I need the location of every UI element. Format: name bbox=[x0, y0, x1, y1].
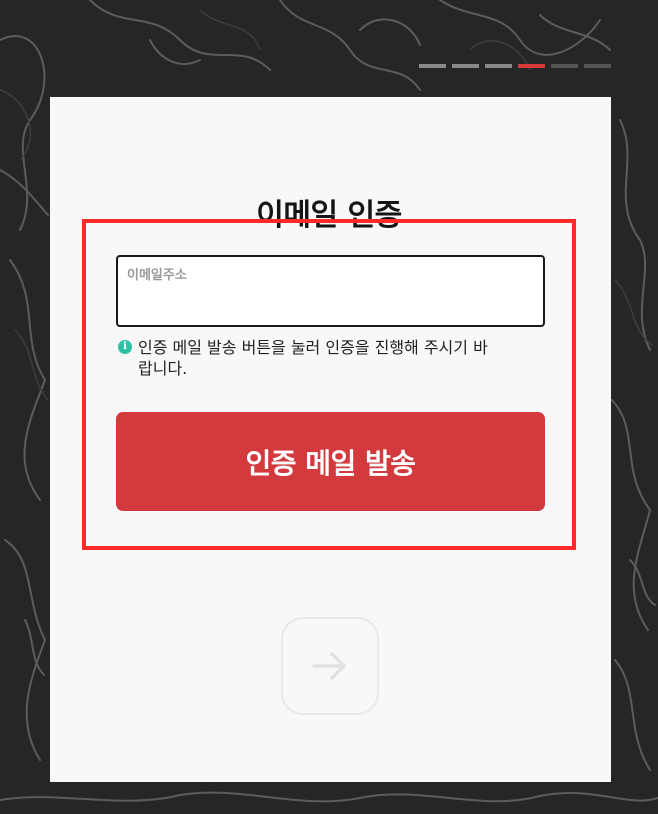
step-indicator-3 bbox=[485, 64, 512, 68]
info-icon: i bbox=[118, 340, 132, 354]
next-step-button[interactable] bbox=[281, 617, 379, 715]
step-indicator-6 bbox=[584, 64, 611, 68]
step-indicator-5 bbox=[551, 64, 578, 68]
email-field-label: 이메일주소 bbox=[127, 268, 187, 283]
help-text: 인증 메일 발송 버튼을 눌러 인증을 진행해 주시기 바랍니다. bbox=[138, 338, 488, 378]
step-indicator-1 bbox=[419, 64, 446, 68]
email-field[interactable]: 이메일주소 bbox=[116, 255, 545, 327]
step-progress-indicator bbox=[419, 64, 611, 68]
send-verification-email-button[interactable]: 인증 메일 발송 bbox=[116, 412, 545, 511]
step-indicator-2 bbox=[452, 64, 479, 68]
page: 이메일 인증 이메일주소 i 인증 메일 발송 버튼을 눌러 인증을 진행해 주… bbox=[0, 0, 658, 814]
step-indicator-current bbox=[518, 64, 545, 68]
page-title: 이메일 인증 bbox=[256, 198, 402, 233]
arrow-right-icon bbox=[312, 652, 346, 680]
email-input[interactable] bbox=[126, 287, 535, 317]
help-message: i 인증 메일 발송 버튼을 눌러 인증을 진행해 주시기 바랍니다. bbox=[118, 337, 518, 379]
